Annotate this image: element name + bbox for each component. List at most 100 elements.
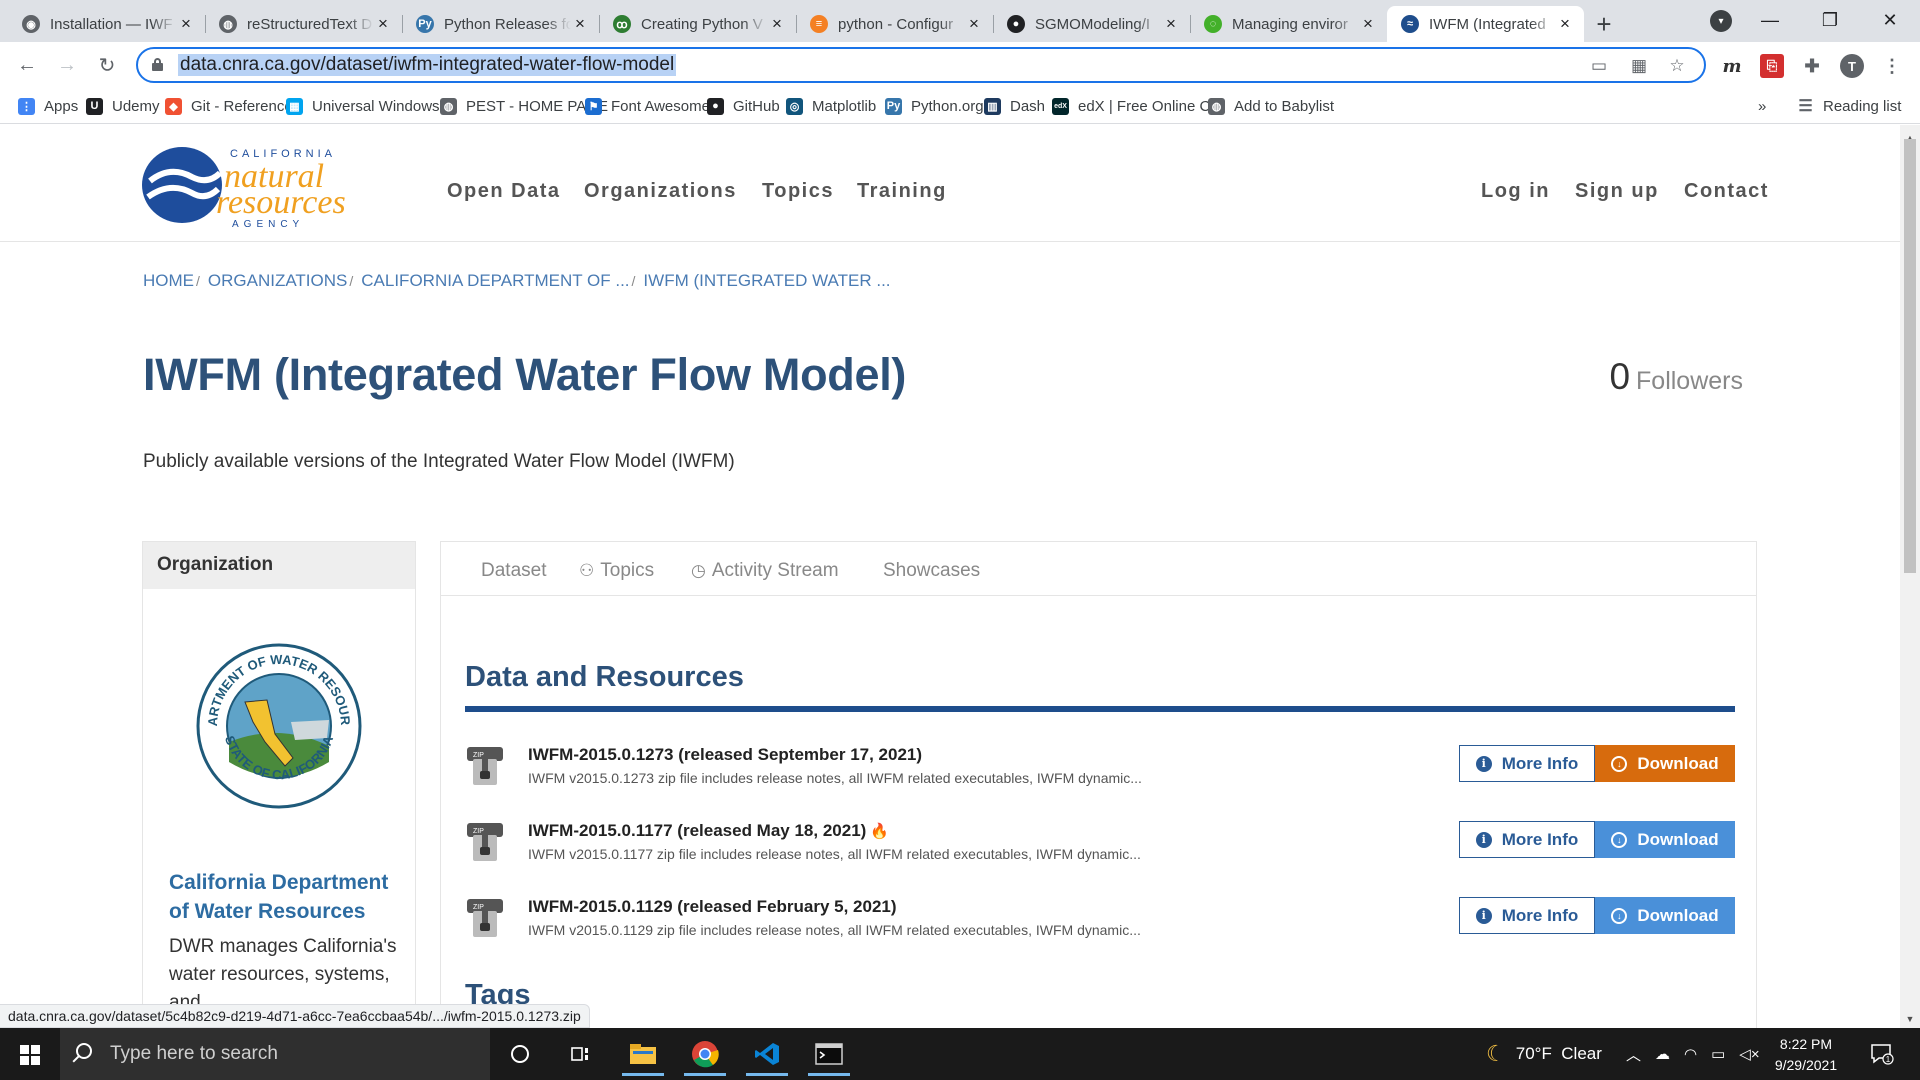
tab-close-icon[interactable]: × xyxy=(1359,14,1377,34)
bookmark-label: Matplotlib xyxy=(812,97,877,115)
panel-tab[interactable]: ⚇ Topics xyxy=(579,560,654,582)
more-info-button[interactable]: i More Info xyxy=(1459,821,1595,858)
tab-close-icon[interactable]: × xyxy=(177,14,195,34)
browser-tab[interactable]: ◍ reStructuredText D × xyxy=(205,6,402,42)
tab-close-icon[interactable]: × xyxy=(965,14,983,34)
more-info-button[interactable]: i More Info xyxy=(1459,745,1595,782)
bookmark-item[interactable]: ◍ Add to Babylist xyxy=(1208,96,1334,116)
resource-title-link[interactable]: IWFM-2015.0.1177 (released May 18, 2021)… xyxy=(528,821,889,841)
bookmark-item[interactable]: U Udemy xyxy=(86,96,160,116)
resource-title-link[interactable]: IWFM-2015.0.1273 (released September 17,… xyxy=(528,745,922,765)
download-icon: ↓ xyxy=(1611,831,1628,848)
dwr-seal-logo[interactable]: DEPARTMENT OF WATER RESOURCES STATE OF C… xyxy=(195,642,363,810)
bookmark-item[interactable]: ◆ Git - Reference xyxy=(165,96,293,116)
cortana-icon[interactable] xyxy=(495,1032,545,1076)
clock-icon: ◷ xyxy=(691,561,706,580)
pdf-extension-icon[interactable]: ⎘ xyxy=(1760,54,1784,78)
bookmark-item[interactable]: edX edX | Free Online C... xyxy=(1052,96,1223,116)
windows-start-icon[interactable] xyxy=(20,1045,40,1065)
browser-tab[interactable]: ꝏ Creating Python V × xyxy=(599,6,796,42)
site-header: CALIFORNIA natural resources AGENCY Open… xyxy=(0,125,1900,242)
profile-avatar[interactable]: T xyxy=(1840,54,1864,78)
download-button[interactable]: ↓ Download xyxy=(1595,821,1735,858)
download-button[interactable]: ↓ Download xyxy=(1595,897,1735,934)
bookmark-item[interactable]: ◍ PEST - HOME PAGE xyxy=(440,96,608,116)
extensions-puzzle-icon[interactable]: ✚ xyxy=(1800,54,1824,78)
minimize-button[interactable]: — xyxy=(1740,0,1800,40)
m-extension-icon[interactable]: m xyxy=(1720,54,1744,78)
show-hidden-icons-chevron-icon[interactable]: ︿ xyxy=(1626,1044,1641,1065)
browser-tab[interactable]: ◉ Installation — IWF × xyxy=(8,6,205,42)
breadcrumb-link[interactable]: ORGANIZATIONS xyxy=(208,271,347,290)
nav-link[interactable]: Topics xyxy=(762,180,834,203)
scrollbar-thumb[interactable] xyxy=(1904,139,1916,573)
nav-link[interactable]: Organizations xyxy=(584,180,737,203)
panel-tab[interactable]: ◷ Activity Stream xyxy=(691,560,839,582)
tab-close-icon[interactable]: × xyxy=(374,14,392,34)
weather-widget[interactable]: ☾ 70°F Clear xyxy=(1486,1028,1602,1080)
onedrive-cloud-icon[interactable]: ☁ xyxy=(1655,1045,1670,1063)
cnra-logo[interactable]: CALIFORNIA natural resources AGENCY xyxy=(140,143,390,227)
more-info-button[interactable]: i More Info xyxy=(1459,897,1595,934)
reading-list-button[interactable]: ☰ Reading list xyxy=(1797,96,1901,116)
tab-close-icon[interactable]: × xyxy=(768,14,786,34)
panel-tab[interactable]: Dataset xyxy=(481,560,546,582)
tab-close-icon[interactable]: × xyxy=(1556,14,1574,34)
chrome-icon[interactable] xyxy=(680,1032,730,1076)
download-button[interactable]: ↓ Download xyxy=(1595,745,1735,782)
taskbar-search-box[interactable]: Type here to search xyxy=(60,1028,490,1080)
bookmark-item[interactable]: ● GitHub xyxy=(707,96,780,116)
scroll-down-arrow-icon[interactable]: ▼ xyxy=(1900,1010,1920,1028)
cast-icon[interactable]: ▭ xyxy=(1588,55,1610,77)
browser-tab[interactable]: ≡ python - Configur × xyxy=(796,6,993,42)
browser-tab[interactable]: ◌ Managing enviror × xyxy=(1190,6,1387,42)
page-scrollbar[interactable]: ▲ ▼ xyxy=(1900,125,1920,1028)
lock-icon[interactable] xyxy=(152,58,163,71)
bookmark-item[interactable]: ▦ Universal Windows... xyxy=(286,96,452,116)
terminal-icon[interactable] xyxy=(804,1032,854,1076)
account-nav-link[interactable]: Contact xyxy=(1684,180,1769,203)
account-nav-link[interactable]: Sign up xyxy=(1575,180,1659,203)
reload-button[interactable]: ↻ xyxy=(92,50,122,80)
breadcrumb-link[interactable]: CALIFORNIA DEPARTMENT OF ... xyxy=(361,271,629,290)
tab-search-icon[interactable]: ▾ xyxy=(1710,10,1732,32)
bookmark-star-icon[interactable]: ☆ xyxy=(1666,55,1688,77)
url-text[interactable]: data.cnra.ca.gov/dataset/iwfm-integrated… xyxy=(178,54,677,76)
vscode-icon[interactable] xyxy=(742,1032,792,1076)
panel-tab[interactable]: Showcases xyxy=(883,560,980,582)
browser-menu-icon[interactable]: ⋮ xyxy=(1880,54,1904,78)
address-bar[interactable]: data.cnra.ca.gov/dataset/iwfm-integrated… xyxy=(136,47,1706,83)
file-explorer-icon[interactable] xyxy=(618,1032,668,1076)
bookmark-item[interactable]: ⋮ Apps xyxy=(18,96,78,116)
tab-close-icon[interactable]: × xyxy=(1162,14,1180,34)
bookmark-label: Universal Windows... xyxy=(312,97,453,115)
new-tab-button[interactable]: + xyxy=(1584,6,1624,42)
browser-tab[interactable]: ● SGMOModeling/I × xyxy=(993,6,1190,42)
battery-icon[interactable]: ▭ xyxy=(1711,1045,1725,1063)
tab-close-icon[interactable]: × xyxy=(571,14,589,34)
translate-icon[interactable]: ▦ xyxy=(1628,55,1650,77)
browser-tab[interactable]: ≈ IWFM (Integrated × xyxy=(1387,6,1584,42)
notification-center-icon[interactable]: 1 xyxy=(1870,1028,1894,1080)
browser-tab[interactable]: Py Python Releases fo × xyxy=(402,6,599,42)
maximize-button[interactable]: ❐ xyxy=(1800,0,1860,40)
close-window-button[interactable]: ✕ xyxy=(1860,0,1920,40)
forward-button[interactable]: → xyxy=(52,50,82,80)
resource-title-link[interactable]: IWFM-2015.0.1129 (released February 5, 2… xyxy=(528,897,897,917)
breadcrumb-link[interactable]: IWFM (INTEGRATED WATER ... xyxy=(643,271,890,290)
download-icon: ↓ xyxy=(1611,755,1628,772)
nav-link[interactable]: Open Data xyxy=(447,180,561,203)
bookmark-item[interactable]: ◎ Matplotlib xyxy=(786,96,876,116)
taskbar-clock[interactable]: 8:22 PM 9/29/2021 xyxy=(1756,1034,1856,1076)
nav-link[interactable]: Training xyxy=(857,180,947,203)
bookmarks-overflow-button[interactable]: » xyxy=(1758,96,1766,116)
bookmark-item[interactable]: ▥ Dash xyxy=(984,96,1045,116)
account-nav-link[interactable]: Log in xyxy=(1481,180,1550,203)
bookmark-item[interactable]: Py Python.org xyxy=(885,96,984,116)
task-view-icon[interactable] xyxy=(555,1032,605,1076)
bookmark-item[interactable]: ⚑ Font Awesome xyxy=(585,96,710,116)
organization-name-link[interactable]: California Department of Water Resources xyxy=(169,868,409,926)
breadcrumb-link[interactable]: HOME xyxy=(143,271,194,290)
back-button[interactable]: ← xyxy=(12,50,42,80)
wifi-icon[interactable]: ◠ xyxy=(1684,1045,1697,1063)
